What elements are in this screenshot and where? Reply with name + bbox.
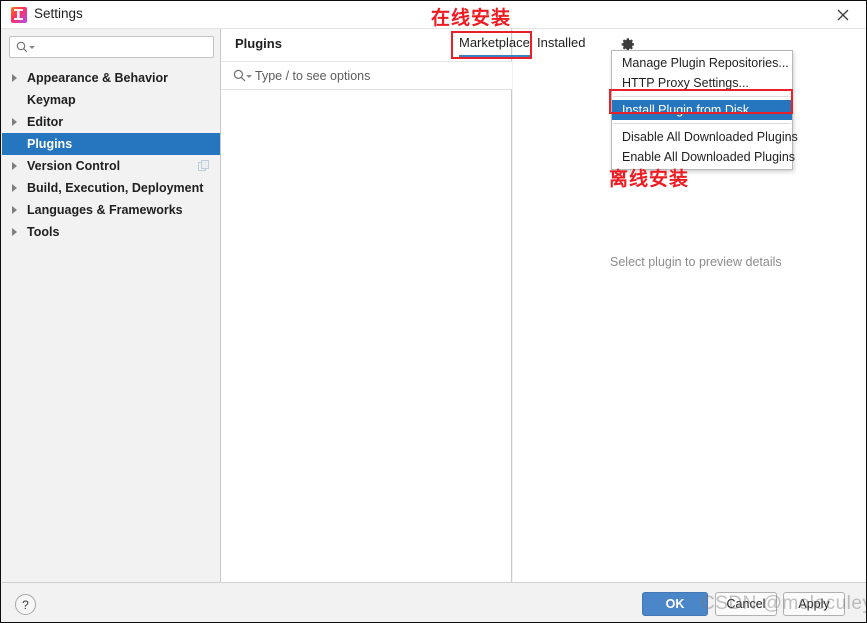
menu-item-manage-plugin-repositories[interactable]: Manage Plugin Repositories... xyxy=(612,53,792,73)
sidebar-item-editor[interactable]: Editor xyxy=(2,111,220,133)
sidebar-item-label: Keymap xyxy=(27,93,76,107)
plugin-search-input[interactable] xyxy=(255,66,501,86)
annotation-online-install: 在线安装 xyxy=(431,8,512,29)
page-title: Plugins xyxy=(235,36,282,51)
plugins-list-panel: Plugins xyxy=(221,29,599,582)
sidebar-item-version-control[interactable]: Version Control xyxy=(2,155,220,177)
expand-arrow-icon[interactable] xyxy=(12,74,26,82)
search-icon xyxy=(233,69,246,85)
plugin-settings-menu: Manage Plugin Repositories... HTTP Proxy… xyxy=(611,50,798,170)
menu-separator xyxy=(613,123,791,124)
settings-dialog: Settings Appearance & Behavior Keymap Ed… xyxy=(0,0,867,623)
sidebar-item-label: Tools xyxy=(27,225,60,239)
settings-tree: Appearance & Behavior Keymap Editor Plug… xyxy=(2,67,220,243)
sidebar-item-label: Build, Execution, Deployment xyxy=(27,181,204,195)
intellij-idea-logo-icon xyxy=(11,7,27,23)
sidebar-item-label: Plugins xyxy=(27,137,73,151)
window-title: Settings xyxy=(34,6,83,21)
menu-item-install-plugin-from-disk[interactable]: Install Plugin from Disk... xyxy=(612,100,792,120)
chevron-down-icon xyxy=(29,46,35,49)
menu-separator xyxy=(613,96,791,97)
ok-button[interactable]: OK xyxy=(642,592,708,616)
settings-search-input[interactable] xyxy=(38,37,210,57)
copy-icon xyxy=(198,160,210,175)
tab-label: Marketplace xyxy=(459,35,530,50)
tab-marketplace[interactable]: Marketplace xyxy=(459,35,530,57)
settings-sidebar: Appearance & Behavior Keymap Editor Plug… xyxy=(2,29,221,582)
sidebar-item-appearance-behavior[interactable]: Appearance & Behavior xyxy=(2,67,220,89)
sidebar-item-build-execution-deployment[interactable]: Build, Execution, Deployment xyxy=(2,177,220,199)
tab-installed[interactable]: Installed xyxy=(537,35,585,50)
expand-arrow-icon[interactable] xyxy=(12,118,26,126)
settings-search-box[interactable] xyxy=(9,36,214,58)
expand-arrow-icon[interactable] xyxy=(12,228,26,236)
sidebar-item-tools[interactable]: Tools xyxy=(2,221,220,243)
expand-arrow-icon[interactable] xyxy=(12,162,26,170)
sidebar-item-plugins[interactable]: Plugins xyxy=(2,133,220,155)
tab-active-underline xyxy=(459,54,530,57)
dialog-footer: ? OK Cancel Apply xyxy=(2,582,866,622)
plugin-search-box[interactable] xyxy=(221,61,512,90)
chevron-down-icon xyxy=(246,75,252,78)
close-icon[interactable] xyxy=(820,1,866,28)
help-icon[interactable]: ? xyxy=(15,594,36,615)
apply-button[interactable]: Apply xyxy=(783,592,845,616)
search-icon xyxy=(16,41,28,56)
sidebar-item-label: Appearance & Behavior xyxy=(27,71,169,85)
preview-placeholder-text: Select plugin to preview details xyxy=(610,255,782,269)
expand-arrow-icon[interactable] xyxy=(12,206,26,214)
menu-item-disable-all-downloaded-plugins[interactable]: Disable All Downloaded Plugins xyxy=(612,127,798,147)
menu-item-http-proxy-settings[interactable]: HTTP Proxy Settings... xyxy=(612,73,792,93)
sidebar-item-label: Editor xyxy=(27,115,64,129)
sidebar-item-keymap[interactable]: Keymap xyxy=(2,89,220,111)
sidebar-item-label: Version Control xyxy=(27,159,121,173)
sidebar-item-label: Languages & Frameworks xyxy=(27,203,183,217)
annotation-offline-install: 离线安装 xyxy=(609,169,690,190)
sidebar-item-languages-frameworks[interactable]: Languages & Frameworks xyxy=(2,199,220,221)
cancel-button[interactable]: Cancel xyxy=(715,592,777,616)
tab-label: Installed xyxy=(537,35,586,50)
expand-arrow-icon[interactable] xyxy=(12,184,26,192)
